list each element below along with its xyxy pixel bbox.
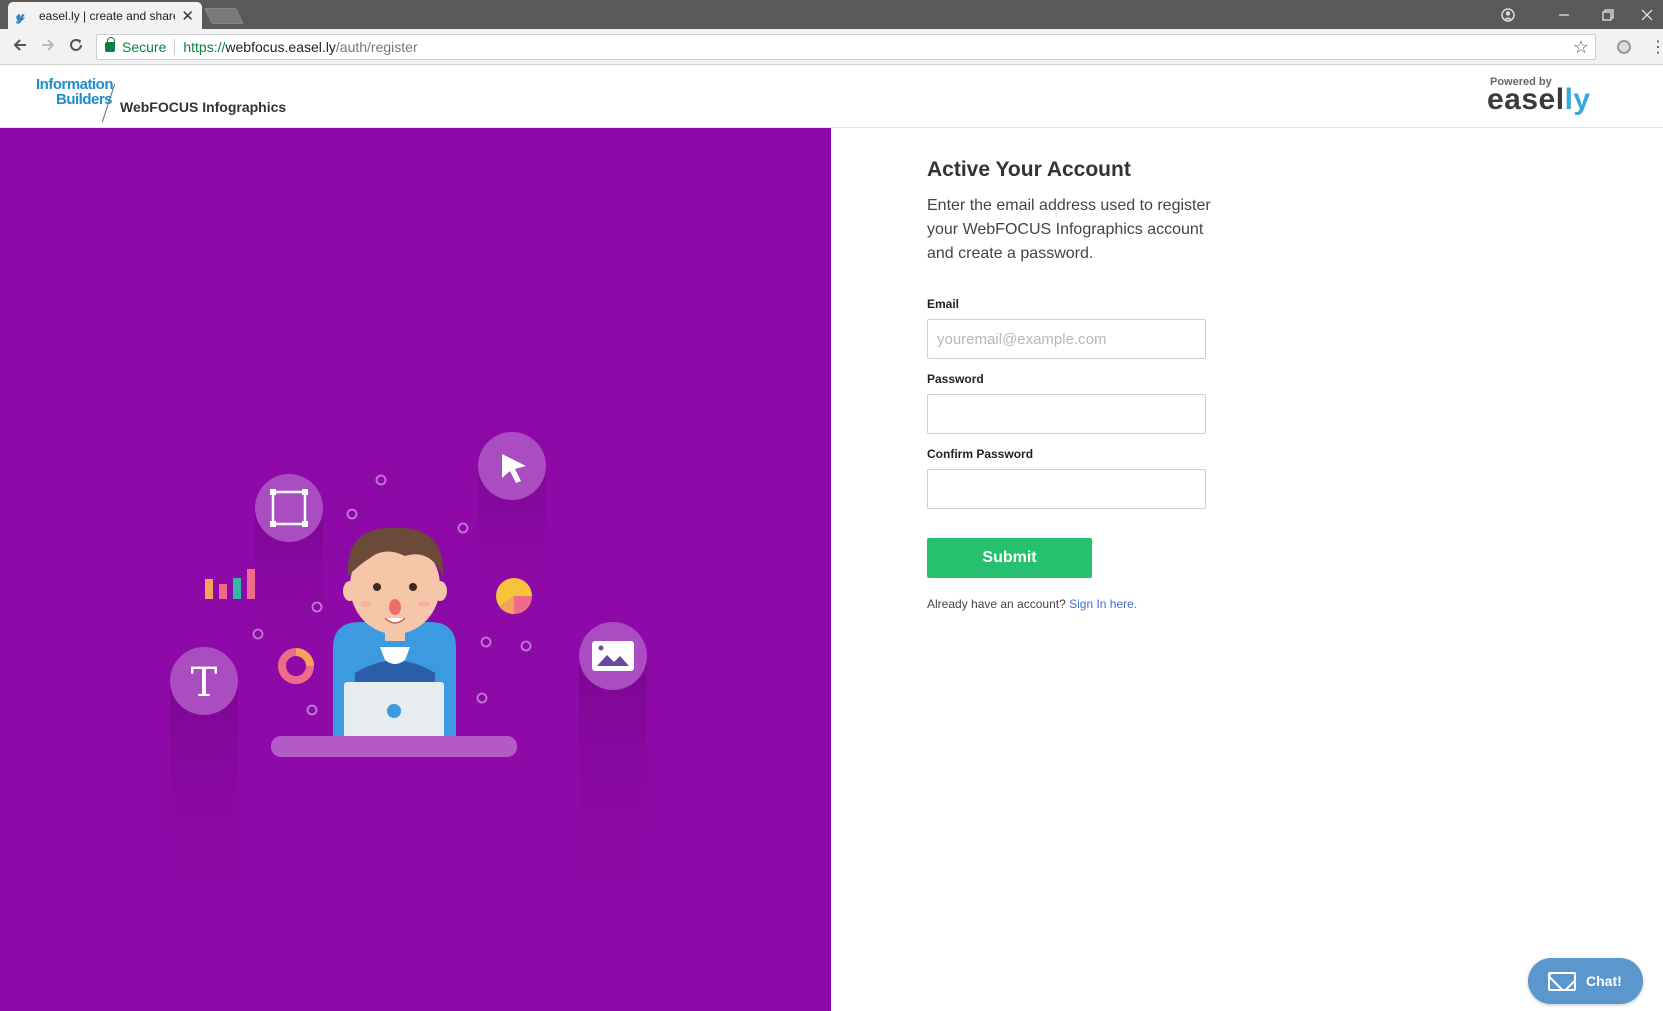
hero-illustration-panel: T (0, 128, 831, 1011)
password-label: Password (927, 372, 984, 386)
text-bubble-glyph: T (191, 660, 218, 706)
site-header: Information Builders WebFOCUS Infographi… (0, 65, 1663, 128)
frame-bubble-icon (255, 474, 323, 542)
bookmark-star-icon[interactable]: ☆ (1573, 37, 1589, 58)
browser-toolbar: Secure https://webfocus.easel.ly/auth/re… (0, 29, 1663, 65)
profile-icon[interactable] (1486, 0, 1530, 29)
close-window-icon[interactable] (1630, 0, 1663, 29)
address-bar[interactable]: Secure https://webfocus.easel.ly/auth/re… (96, 34, 1596, 60)
chat-label: Chat! (1586, 973, 1622, 989)
image-bubble-icon (579, 622, 647, 690)
image-bubble-shadow (579, 658, 647, 928)
email-label: Email (927, 297, 960, 311)
tab-close-icon[interactable]: ✕ (181, 7, 194, 25)
password-field[interactable] (927, 394, 1206, 434)
secure-label: Secure (122, 39, 167, 55)
cursor-bubble-icon (478, 432, 546, 500)
brand-accent: ly (1564, 83, 1591, 116)
url-scheme: https:// (183, 39, 226, 55)
browser-tab-active[interactable]: 𝓎 easel.ly | create and share ✕ (8, 2, 202, 29)
tab-title: easel.ly | create and share (39, 8, 176, 23)
address-separator (174, 39, 176, 55)
envelope-icon (1548, 971, 1576, 991)
mini-bar-chart-icon (205, 569, 255, 599)
confirm-password-field[interactable] (927, 469, 1206, 509)
ib-logo-line1: Information (36, 76, 114, 93)
extension-icon[interactable] (1617, 40, 1631, 54)
signin-prompt: Already have an account? (927, 597, 1066, 611)
restore-icon[interactable] (1586, 0, 1630, 29)
chat-button[interactable]: Chat! (1528, 958, 1643, 1004)
form-description: Enter the email address used to register… (927, 197, 1211, 262)
mini-pie-chart-icon (496, 578, 532, 614)
easelly-favicon-icon: 𝓎 (16, 6, 25, 24)
url-path: /auth/register (335, 39, 418, 55)
submit-button[interactable]: Submit (927, 538, 1092, 578)
text-bubble-shadow (170, 681, 238, 931)
forward-arrow-icon[interactable] (37, 36, 59, 58)
product-name: WebFOCUS Infographics (120, 99, 287, 115)
text-bubble-icon: T (170, 647, 238, 715)
signin-link[interactable]: Sign In here. (1069, 597, 1137, 611)
lock-icon (105, 37, 115, 52)
back-arrow-icon[interactable] (9, 36, 31, 58)
browser-menu-icon[interactable]: ⋮ (1650, 37, 1663, 57)
signin-prompt-row: Already have an account? Sign In here. (927, 597, 1137, 611)
easelly-logo[interactable]: easelly (1487, 83, 1591, 117)
browser-titlebar: 𝓎 easel.ly | create and share ✕ (0, 0, 1663, 29)
url-host: webfocus.easel.ly (225, 39, 336, 55)
email-field[interactable] (927, 319, 1206, 359)
brand-main: easel (1487, 83, 1565, 116)
information-builders-logo[interactable]: Information Builders (36, 76, 114, 108)
ib-logo-line2: Builders (55, 91, 113, 108)
reload-icon[interactable] (65, 36, 87, 58)
minimize-icon[interactable] (1542, 0, 1586, 29)
new-tab-button[interactable] (204, 8, 244, 24)
hero-illustration: T (170, 432, 647, 931)
form-title: Active Your Account (927, 158, 1131, 181)
confirm-password-label: Confirm Password (927, 447, 1034, 461)
